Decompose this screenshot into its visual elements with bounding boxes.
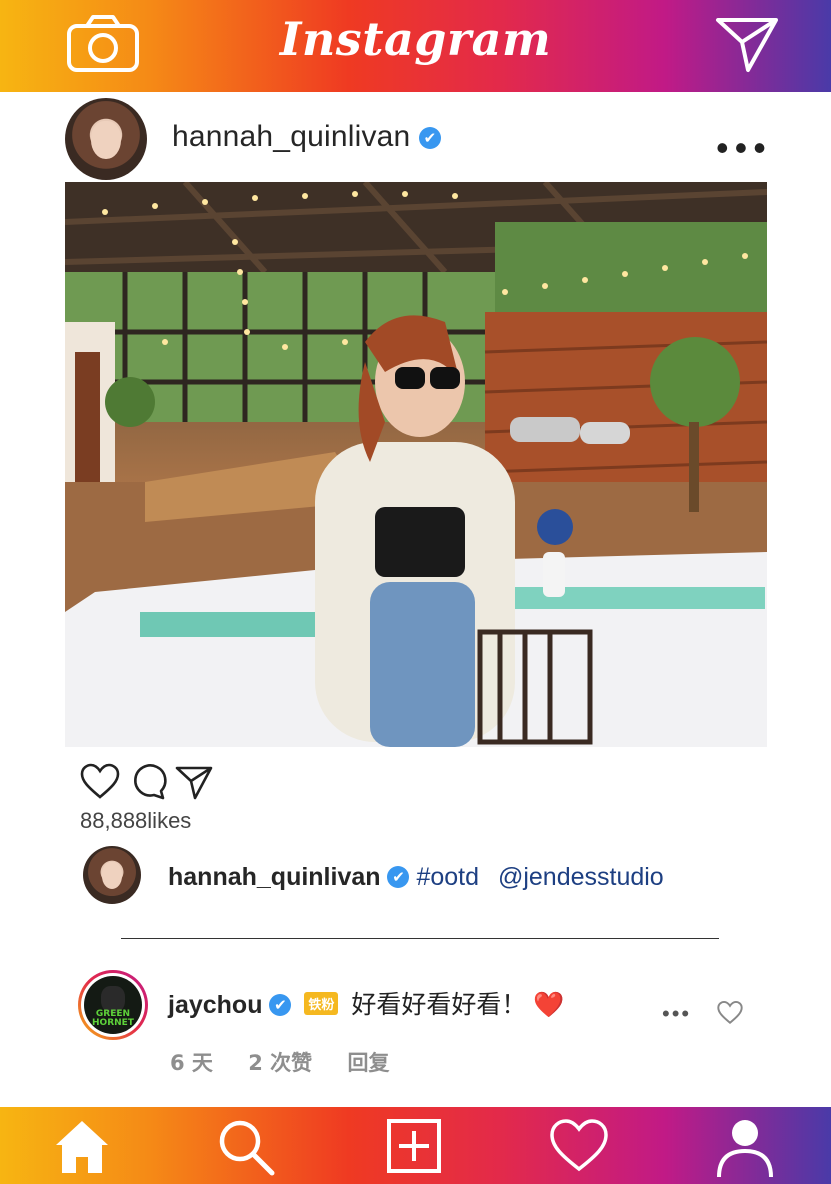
verified-icon: ✔ — [418, 127, 441, 149]
caption-author-avatar[interactable] — [83, 846, 141, 904]
verified-icon: ✔ — [269, 994, 292, 1016]
commenter-avatar[interactable]: GREEN HORNET — [78, 970, 148, 1040]
divider — [121, 938, 719, 939]
post-author[interactable]: hannah_quinlivan ✔ — [172, 120, 441, 154]
likes-count[interactable]: 88,888likes — [80, 808, 191, 834]
app-title: Instagram — [279, 12, 552, 66]
fan-badge: 铁粉 — [304, 992, 339, 1015]
search-icon[interactable] — [214, 1115, 278, 1177]
home-icon[interactable] — [50, 1115, 114, 1177]
comment: jaychou ✔ 铁粉 好看好看好看！ ❤️ — [168, 985, 564, 1021]
activity-heart-icon[interactable] — [547, 1115, 611, 1177]
bottom-nav — [0, 1107, 831, 1184]
profile-icon[interactable] — [713, 1115, 777, 1177]
comment-more-icon[interactable]: ••• — [662, 1003, 691, 1025]
comment-like-count[interactable]: 2 次赞 — [248, 1051, 312, 1075]
add-post-icon[interactable] — [382, 1115, 446, 1177]
post-photo[interactable] — [65, 182, 767, 747]
hashtag-link[interactable]: #ootd — [416, 863, 479, 891]
share-icon[interactable] — [174, 762, 214, 802]
verified-icon: ✔ — [387, 866, 410, 888]
send-icon[interactable] — [712, 12, 782, 76]
avatar-text: GREEN HORNET — [92, 1008, 134, 1028]
reply-button[interactable]: 回复 — [348, 1051, 390, 1075]
caption: hannah_quinlivan ✔ #ootd @jendesstudio — [168, 863, 664, 892]
comment-like-icon[interactable] — [717, 1000, 743, 1026]
comment-text: 好看好看好看！ — [351, 990, 527, 1019]
mention-link[interactable]: @jendesstudio — [498, 863, 664, 891]
heart-emoji: ❤️ — [533, 990, 565, 1019]
top-bar: Instagram — [0, 0, 831, 92]
comment-meta: 6 天 2 次赞 回复 — [170, 1047, 418, 1077]
caption-username[interactable]: hannah_quinlivan — [168, 863, 381, 891]
like-icon[interactable] — [80, 762, 120, 802]
more-options-icon[interactable]: ••• — [716, 130, 772, 166]
post-author-avatar[interactable] — [65, 98, 147, 180]
comment-icon[interactable] — [128, 762, 168, 802]
comment-time: 6 天 — [170, 1051, 213, 1075]
post-username[interactable]: hannah_quinlivan — [172, 120, 410, 153]
comment-username[interactable]: jaychou — [168, 991, 262, 1019]
